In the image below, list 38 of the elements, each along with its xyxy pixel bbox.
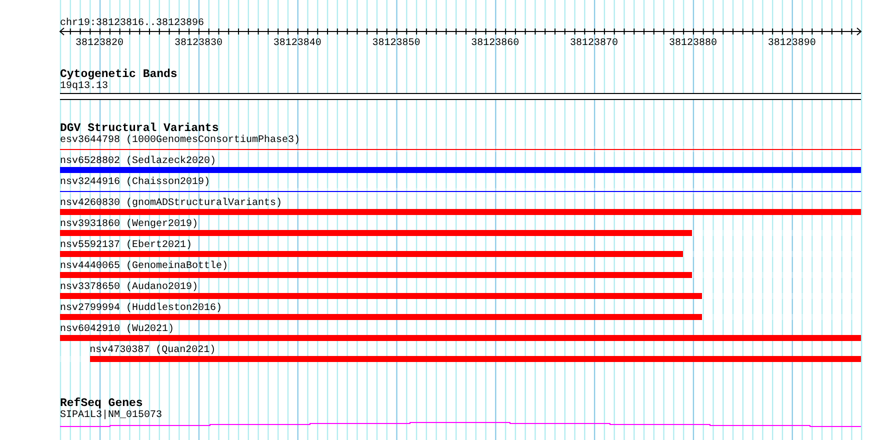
variant-label: nsv5592137 (Ebert2021)	[60, 240, 194, 251]
variant-line[interactable]	[60, 148, 861, 150]
band-label: 19q13.13	[60, 81, 110, 92]
track-title: Cytogenetic Bands	[60, 68, 178, 81]
variant-label: nsv4260830 (gnomADStructuralVariants)	[60, 198, 284, 209]
ruler-label: 38123830	[174, 38, 222, 49]
variant-label: nsv4730387 (Quan2021)	[90, 345, 217, 356]
ruler-label: 38123850	[372, 38, 420, 49]
variant-bar[interactable]	[60, 272, 692, 278]
variant-bar[interactable]	[60, 293, 702, 299]
variant-bar[interactable]	[60, 167, 861, 173]
variant-bar[interactable]	[60, 314, 702, 320]
variant-label: nsv3244916 (Chaisson2019)	[60, 177, 212, 188]
variant-label: nsv4440065 (GenomeinaBottle)	[60, 261, 230, 272]
cytoband-bar[interactable]	[60, 93, 861, 100]
variant-label: nsv2799994 (Huddleston2016)	[60, 303, 224, 314]
variant-label: nsv3931860 (Wenger2019)	[60, 219, 200, 230]
track-title: RefSeq Genes	[60, 397, 143, 410]
gene-line[interactable]	[60, 422, 861, 427]
ruler-label: 38123840	[273, 38, 322, 49]
location-label: chr19:38123816..38123896	[60, 18, 204, 29]
ruler-label: 38123870	[570, 38, 618, 49]
variant-label: esv3644798 (1000GenomesConsortiumPhase3)	[60, 135, 302, 146]
variant-label: nsv6042910 (Wu2021)	[60, 324, 176, 335]
variant-bar[interactable]	[60, 209, 861, 215]
variant-label: nsv6528802 (Sedlazeck2020)	[60, 156, 218, 167]
ruler-label: 38123890	[768, 38, 816, 49]
ruler-label: 38123820	[76, 38, 124, 49]
track-title: DGV Structural Variants	[60, 122, 219, 135]
variant-bar[interactable]	[60, 251, 684, 257]
variant-bar[interactable]	[60, 335, 861, 341]
variant-label: nsv3378650 (Audano2019)	[60, 282, 200, 293]
ruler-label: 38123860	[471, 38, 520, 49]
variant-bar[interactable]	[90, 356, 861, 362]
ruler-label: 38123880	[668, 38, 717, 49]
variant-bar[interactable]	[60, 230, 692, 236]
gene-label: SIPA1L3|NM_015073	[60, 410, 164, 421]
variant-line[interactable]	[60, 190, 861, 192]
